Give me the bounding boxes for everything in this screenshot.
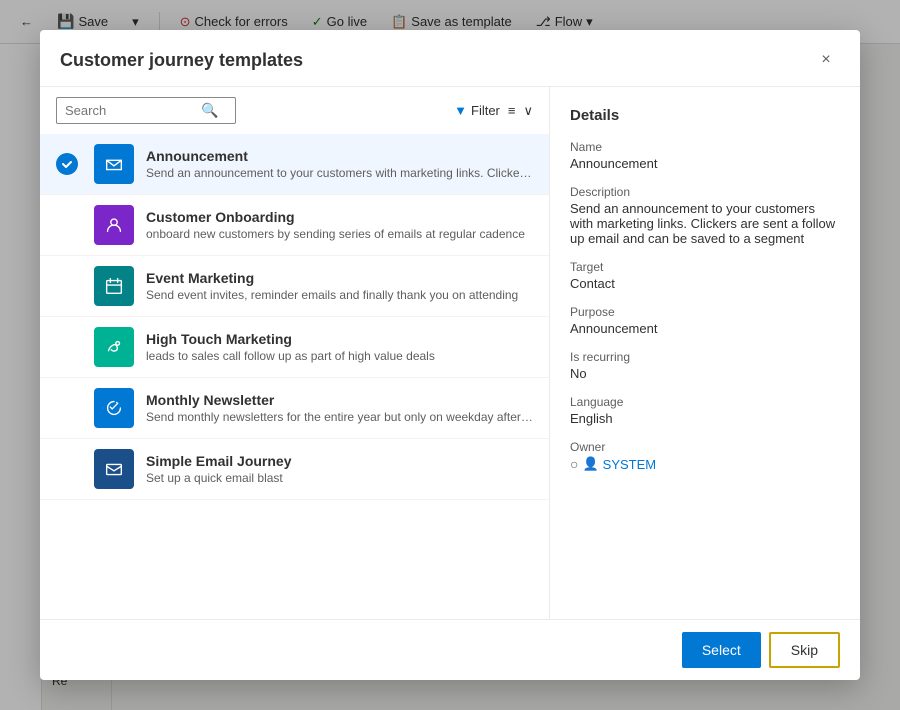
modal-title: Customer journey templates xyxy=(60,50,303,71)
detail-label-name: Name xyxy=(570,140,840,154)
list-item[interactable]: Simple Email Journey Set up a quick emai… xyxy=(40,439,549,500)
template-info-announcement: Announcement Send an announcement to you… xyxy=(146,148,533,180)
template-icon-event xyxy=(94,266,134,306)
modal-dialog: Customer journey templates × 🔍 ▼ Filter xyxy=(40,30,860,680)
template-info-onboarding: Customer Onboarding onboard new customer… xyxy=(146,209,533,241)
template-name: Monthly Newsletter xyxy=(146,392,533,408)
sort-icon: ∨ xyxy=(523,103,533,119)
detail-label-description: Description xyxy=(570,185,840,199)
list-view-icon: ≡ xyxy=(508,103,516,118)
detail-value-owner[interactable]: ○ 👤 SYSTEM xyxy=(570,456,840,472)
view-toggle-button[interactable]: ≡ xyxy=(508,103,516,118)
template-icon-hightouch xyxy=(94,327,134,367)
detail-value-target: Contact xyxy=(570,276,840,291)
template-list-panel: 🔍 ▼ Filter ≡ ∨ xyxy=(40,87,550,619)
details-panel: Details Name Announcement Description Se… xyxy=(550,87,860,619)
search-icon: 🔍 xyxy=(201,102,218,119)
modal-footer: Select Skip xyxy=(40,619,860,680)
template-items-list: Announcement Send an announcement to you… xyxy=(40,130,549,619)
modal-overlay[interactable]: Customer journey templates × 🔍 ▼ Filter xyxy=(0,0,900,710)
detail-field-owner: Owner ○ 👤 SYSTEM xyxy=(570,440,840,472)
template-description: Send event invites, reminder emails and … xyxy=(146,288,533,302)
modal-body: 🔍 ▼ Filter ≡ ∨ xyxy=(40,87,860,619)
template-icon-simple-email xyxy=(94,449,134,489)
list-item[interactable]: Customer Onboarding onboard new customer… xyxy=(40,195,549,256)
filter-icon: ▼ xyxy=(454,103,467,118)
template-name: Customer Onboarding xyxy=(146,209,533,225)
checkmark-icon xyxy=(61,158,73,170)
detail-value-language: English xyxy=(570,411,840,426)
detail-label-purpose: Purpose xyxy=(570,305,840,319)
template-name: High Touch Marketing xyxy=(146,331,533,347)
template-description: leads to sales call follow up as part of… xyxy=(146,349,533,363)
detail-label-target: Target xyxy=(570,260,840,274)
template-info-newsletter: Monthly Newsletter Send monthly newslett… xyxy=(146,392,533,424)
detail-value-description: Send an announcement to your customers w… xyxy=(570,201,840,246)
template-description: Set up a quick email blast xyxy=(146,471,533,485)
template-info-hightouch: High Touch Marketing leads to sales call… xyxy=(146,331,533,363)
template-icon-announcement xyxy=(94,144,134,184)
detail-value-purpose: Announcement xyxy=(570,321,840,336)
select-button[interactable]: Select xyxy=(682,632,761,668)
list-item[interactable]: Announcement Send an announcement to you… xyxy=(40,134,549,195)
filter-button[interactable]: ▼ Filter xyxy=(454,103,500,118)
template-icon-onboarding xyxy=(94,205,134,245)
detail-field-language: Language English xyxy=(570,395,840,426)
modal-header: Customer journey templates × xyxy=(40,30,860,87)
search-input-wrap[interactable]: 🔍 xyxy=(56,97,236,124)
template-name: Event Marketing xyxy=(146,270,533,286)
detail-value-recurring: No xyxy=(570,366,840,381)
detail-field-purpose: Purpose Announcement xyxy=(570,305,840,336)
owner-person-icon: 👤 xyxy=(582,456,598,472)
sort-button[interactable]: ∨ xyxy=(523,103,533,119)
template-name: Simple Email Journey xyxy=(146,453,533,469)
template-info-event: Event Marketing Send event invites, remi… xyxy=(146,270,533,302)
detail-value-name: Announcement xyxy=(570,156,840,171)
detail-field-name: Name Announcement xyxy=(570,140,840,171)
search-input[interactable] xyxy=(65,103,195,118)
template-description: Send monthly newsletters for the entire … xyxy=(146,410,533,424)
list-item[interactable]: Monthly Newsletter Send monthly newslett… xyxy=(40,378,549,439)
template-description: Send an announcement to your customers w… xyxy=(146,166,533,180)
skip-button[interactable]: Skip xyxy=(769,632,840,668)
detail-field-recurring: Is recurring No xyxy=(570,350,840,381)
owner-circle-icon: ○ xyxy=(570,456,578,472)
template-description: onboard new customers by sending series … xyxy=(146,227,533,241)
template-name: Announcement xyxy=(146,148,533,164)
list-item[interactable]: High Touch Marketing leads to sales call… xyxy=(40,317,549,378)
detail-field-description: Description Send an announcement to your… xyxy=(570,185,840,246)
template-icon-newsletter xyxy=(94,388,134,428)
list-item[interactable]: Event Marketing Send event invites, remi… xyxy=(40,256,549,317)
template-info-simple-email: Simple Email Journey Set up a quick emai… xyxy=(146,453,533,485)
detail-label-language: Language xyxy=(570,395,840,409)
selected-check-badge xyxy=(56,153,78,175)
details-heading: Details xyxy=(570,107,840,124)
detail-field-target: Target Contact xyxy=(570,260,840,291)
detail-label-recurring: Is recurring xyxy=(570,350,840,364)
detail-label-owner: Owner xyxy=(570,440,840,454)
modal-close-button[interactable]: × xyxy=(812,46,840,74)
